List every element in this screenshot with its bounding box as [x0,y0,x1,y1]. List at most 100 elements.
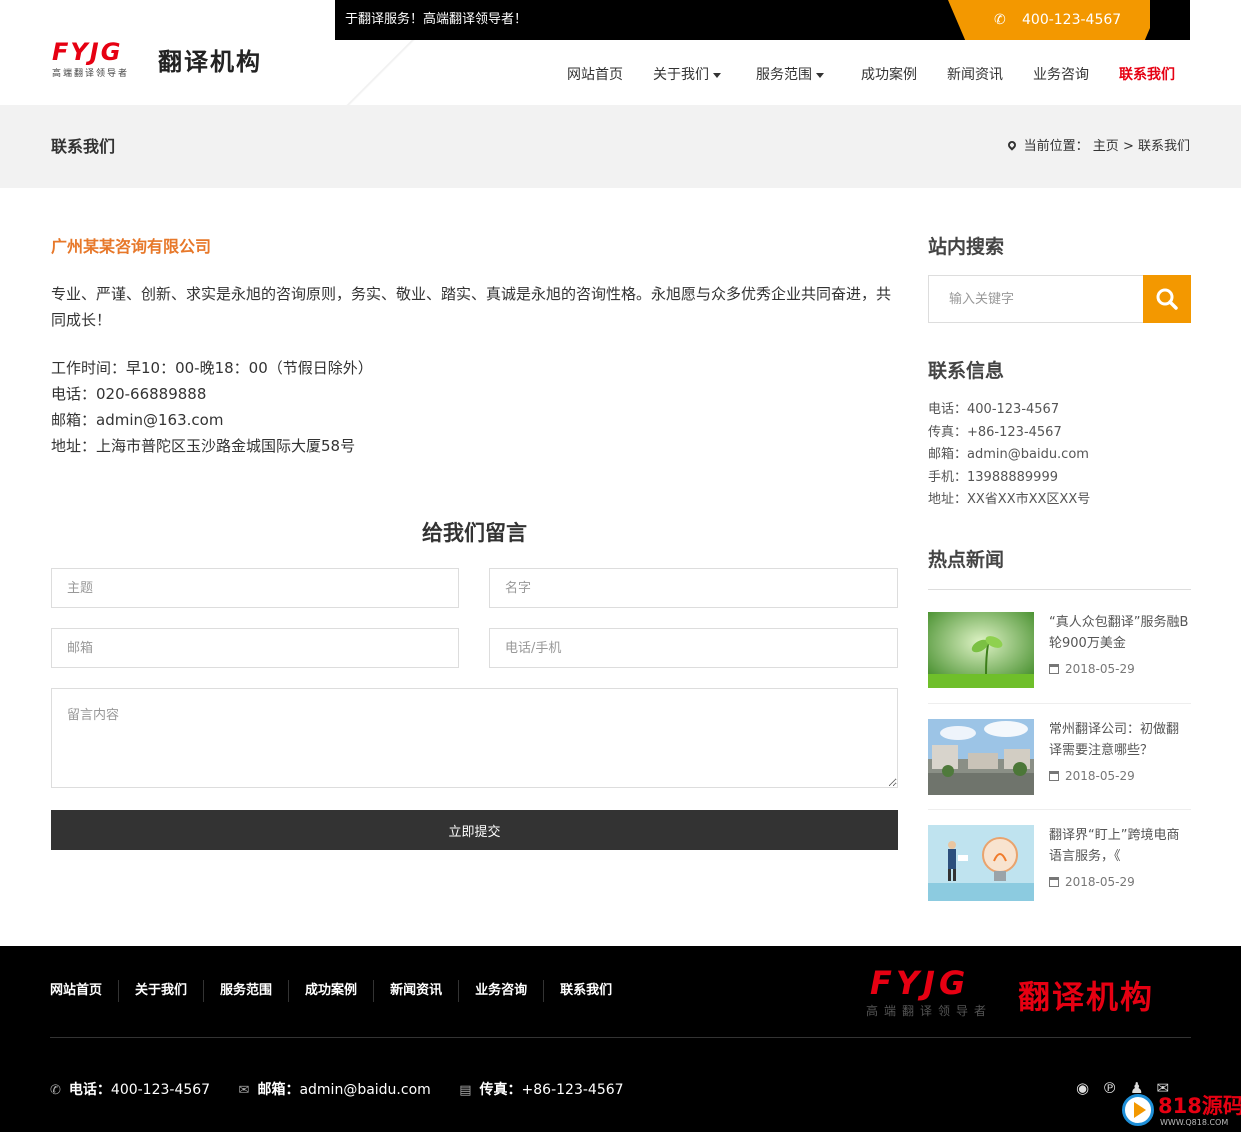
footer-nav-consult[interactable]: 业务咨询 [458,980,543,1002]
hot-news-heading: 热点新闻 [928,549,1005,571]
fax-icon: ▤ [459,1083,472,1098]
nav-home[interactable]: 网站首页 [567,58,623,92]
site-footer: 网站首页 关于我们 服务范围 成功案例 新闻资讯 业务咨询 联系我们 FYJG 高端翻译领导… [0,946,1241,1132]
chevron-down-icon [816,72,824,78]
nav-services[interactable]: 服务范围 [756,58,824,92]
news-thumbnail[interactable] [928,719,1034,795]
footer-logo-tagline: 高端翻译领导者 [866,1004,993,1018]
nav-about[interactable]: 关于我们 [653,58,721,92]
watermark-logo: 818源码 WWW.Q818.COM [1122,1090,1241,1132]
footer-tel-value: 400-123-4567 [110,1082,211,1098]
breadcrumb-home[interactable]: 主页 [1093,139,1119,154]
company-name: 广州某某咨询有限公司 [51,237,212,256]
nav-contact[interactable]: 联系我们 [1119,58,1175,92]
news-date: 2018-05-29 [1049,875,1135,889]
submit-button[interactable]: 立即提交 [51,810,898,850]
news-date-text: 2018-05-29 [1065,662,1135,676]
nav-news[interactable]: 新闻资讯 [947,58,1003,92]
nav-consult[interactable]: 业务咨询 [1033,58,1089,92]
sidebar-email: 邮箱：admin@baidu.com [928,447,1089,462]
company-email: 邮箱：admin@163.com [51,411,224,429]
breadcrumb: 当前位置： 主页 > 联系我们 [1005,105,1190,188]
location-pin-icon [1005,138,1018,151]
divider [928,703,1191,704]
name-input[interactable] [489,568,898,608]
message-form-title: 给我们留言 [422,521,527,545]
footer-fax-label: 传真： [479,1082,522,1098]
envelope-icon: ✉ [238,1083,250,1098]
footer-nav-news[interactable]: 新闻资讯 [373,980,458,1002]
divider [928,589,1191,590]
footer-fax-value: +86-123-4567 [521,1082,624,1098]
subject-input[interactable] [51,568,459,608]
news-date-text: 2018-05-29 [1065,875,1135,889]
breadcrumb-current: 联系我们 [1137,139,1190,154]
news-date: 2018-05-29 [1049,769,1135,783]
divider [50,1037,1191,1038]
news-date: 2018-05-29 [1049,662,1135,676]
divider [928,809,1191,810]
news-title[interactable]: 翻译界“盯上”跨境电商语言服务，《 [1049,825,1191,867]
footer-email-value: admin@baidu.com [299,1082,431,1098]
news-item[interactable]: 翻译界“盯上”跨境电商语言服务，《 2018-05-29 [928,825,1191,931]
nav-cases[interactable]: 成功案例 [861,58,917,92]
company-tel: 电话：020-66889888 [51,385,207,403]
sidebar-tel: 电话：400-123-4567 [928,402,1060,417]
search-button[interactable] [1143,275,1191,323]
logo-cn: 翻译机构 [158,48,262,76]
header-divider [335,40,425,105]
company-contact: 工作时间：早10：00-晚18：00（节假日除外） 电话：020-6688988… [51,355,373,459]
news-thumbnail[interactable] [928,825,1034,901]
company-address: 地址：上海市普陀区玉沙路金城国际大厦58号 [51,437,356,455]
footer-nav-cases[interactable]: 成功案例 [288,980,373,1002]
breadcrumb-prefix: 当前位置： [1023,139,1089,154]
footer-fax: ▤ 传真：+86-123-4567 [459,1079,623,1099]
weibo-icon[interactable]: ◉ [1076,1079,1089,1097]
nav-about-label: 关于我们 [653,67,709,83]
site-header: 于翻译服务！高端翻译领导者！ ✆ 400-123-4567 FYJG 高端翻译领… [0,0,1241,105]
search-input[interactable] [928,275,1144,323]
top-phone[interactable]: ✆ 400-123-4567 [948,0,1162,40]
company-intro: 专业、严谨、创新、求实是永旭的咨询原则，务实、敬业、踏实、真诚是永旭的咨询性格。… [51,285,892,329]
sidebar-fax: 传真：+86-123-4567 [928,424,1062,440]
footer-logo-cn: 翻译机构 [1018,978,1155,1016]
news-title[interactable]: 常州翻译公司：初做翻译需要注意哪些？ [1049,719,1191,761]
top-slogan: 于翻译服务！高端翻译领导者！ [345,12,528,27]
footer-nav-about[interactable]: 关于我们 [118,980,203,1002]
news-title[interactable]: “真人众包翻译”服务融B轮900万美金 [1049,612,1191,654]
page-title-bar: 联系我们 当前位置： 主页 > 联系我们 [0,105,1241,188]
footer-nav: 网站首页 关于我们 服务范围 成功案例 新闻资讯 业务咨询 联系我们 [50,980,628,1002]
email-input[interactable] [51,628,459,668]
footer-nav-home[interactable]: 网站首页 [50,980,118,1002]
news-date-text: 2018-05-29 [1065,769,1135,783]
news-thumbnail[interactable] [928,612,1034,688]
footer-email: ✉ 邮箱：admin@baidu.com [239,1079,431,1099]
sidebar-address: 地址：XX省XX市XX区XX号 [928,492,1091,507]
working-hours: 工作时间：早10：00-晚18：00（节假日除外） [51,359,373,377]
sidebar-mobile: 手机：13988889999 [928,469,1058,485]
footer-nav-contact[interactable]: 联系我们 [543,980,628,1002]
footer-tel-label: 电话： [68,1082,111,1098]
footer-nav-services[interactable]: 服务范围 [203,980,288,1002]
calendar-icon [1049,876,1059,887]
pinterest-icon[interactable]: ℗ [1102,1079,1117,1097]
play-icon [1122,1094,1154,1126]
footer-tel: ✆ 电话：400-123-4567 [50,1079,210,1099]
breadcrumb-separator: > [1122,139,1134,154]
site-logo[interactable]: FYJG 高端翻译领导者 翻译机构 [52,38,282,82]
footer-email-label: 邮箱： [257,1082,300,1098]
phone-input[interactable] [489,628,898,668]
search-icon [1156,288,1178,310]
top-phone-number: 400-123-4567 [1022,12,1122,28]
watermark-url: WWW.Q818.COM [1160,1118,1229,1127]
footer-logo[interactable]: FYJG 高端翻译领导者 翻译机构 [866,964,1186,1024]
logo-en: FYJG [52,38,123,66]
chevron-down-icon [713,72,721,78]
phone-icon: ✆ [50,1083,61,1098]
contact-info-heading: 联系信息 [928,360,1005,382]
calendar-icon [1049,663,1059,674]
nav-services-label: 服务范围 [756,67,812,83]
contact-info: 电话：400-123-4567 传真：+86-123-4567 邮箱：admin… [928,399,1090,512]
calendar-icon [1049,770,1059,781]
message-textarea[interactable] [51,688,898,788]
